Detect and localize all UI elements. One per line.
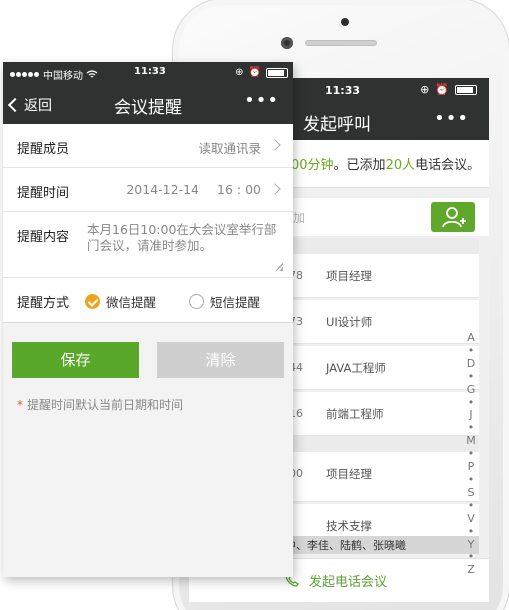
back-button[interactable]: 返回	[7, 95, 52, 115]
search-input[interactable]: 加	[293, 209, 305, 226]
more-icon[interactable]: •••	[434, 108, 469, 129]
alarm-icon: ⏰	[435, 83, 449, 96]
contact-role: 技术支撑	[326, 519, 372, 533]
lock-rotation-icon: ⊕	[235, 67, 244, 78]
members-label: 提醒成员	[17, 142, 70, 157]
chevron-left-icon	[7, 97, 23, 113]
contact-role: 前端工程师	[326, 407, 384, 421]
clock-value[interactable]: 16 : 00	[217, 182, 261, 197]
date-value[interactable]: 2014-12-14	[126, 182, 199, 197]
wechat-option[interactable]: 微信提醒	[85, 292, 156, 311]
radio-unchecked-icon	[189, 294, 204, 309]
content-textarea[interactable]: 本月16日10:00在大会议室举行部门会议，请准时参加。	[87, 222, 279, 254]
alphabet-letter[interactable]: A	[467, 331, 475, 345]
alphabet-dot[interactable]: •	[468, 344, 475, 358]
method-label: 提醒方式	[17, 296, 70, 311]
contact-role: UI设计师	[326, 315, 373, 329]
battery-icon	[266, 67, 288, 78]
signal-icon	[10, 69, 40, 80]
notice-mid: 。已添加	[333, 158, 386, 173]
status-icons: ⊕ ⏰	[235, 67, 288, 78]
nav-bar: 返回 会议提醒 •••	[3, 84, 293, 124]
more-icon[interactable]: •••	[244, 90, 279, 111]
status-icons: ⊕ ⏰	[420, 83, 477, 96]
status-time: 11:33	[325, 84, 361, 97]
clear-button[interactable]: 清除	[157, 342, 284, 378]
content-label: 提醒内容	[17, 230, 70, 245]
read-contacts-link[interactable]: 读取通讯录	[198, 138, 261, 157]
required-star: *	[17, 398, 23, 412]
alphabet-letter[interactable]: Z	[467, 563, 475, 577]
method-row: 提醒方式 微信提醒 短信提醒	[3, 278, 293, 322]
alphabet-dot[interactable]: •	[468, 473, 475, 487]
content-row: 提醒内容 本月16日10:00在大会议室举行部门会议，请准时参加。	[3, 212, 293, 278]
signal-group: 中国移动	[10, 67, 98, 82]
chevron-right-icon	[269, 139, 281, 151]
status-bar: 中国移动 11:33 ⊕ ⏰	[3, 62, 293, 84]
alphabet-dot[interactable]: •	[468, 499, 475, 513]
sms-option[interactable]: 短信提醒	[189, 292, 260, 311]
battery-icon	[455, 84, 477, 95]
meeting-reminder-screen: 中国移动 11:33 ⊕ ⏰ 返回 会议提醒 ••• 提醒成员 读取通讯录 提醒…	[3, 62, 293, 577]
add-user-icon	[442, 207, 466, 228]
add-contact-button[interactable]	[431, 202, 475, 232]
hint-text: 提醒时间默认当前日期和时间	[27, 398, 184, 412]
time-label: 提醒时间	[17, 186, 70, 201]
participant-count: 20人	[385, 158, 416, 173]
lock-rotation-icon: ⊕	[420, 83, 430, 96]
chevron-right-icon	[269, 183, 281, 195]
alphabet-letter[interactable]: G	[467, 383, 476, 397]
duration-text: 00分钟	[291, 158, 334, 173]
wifi-icon	[86, 70, 98, 78]
alphabet-index[interactable]: A • D • G • J • M • P • S • V • Y • Z	[463, 331, 479, 577]
action-buttons: 保存 清除	[12, 342, 284, 378]
page-title: 会议提醒	[114, 98, 182, 118]
wechat-option-label: 微信提醒	[106, 295, 157, 310]
alphabet-dot[interactable]: •	[468, 370, 475, 384]
radio-checked-icon	[85, 294, 100, 309]
save-button[interactable]: 保存	[12, 342, 139, 378]
contact-role: 项目经理	[326, 467, 372, 481]
front-camera-icon	[281, 37, 293, 49]
sms-option-label: 短信提醒	[210, 295, 261, 310]
status-time: 11:33	[134, 66, 166, 77]
contact-role: 项目经理	[326, 269, 372, 283]
alphabet-letter[interactable]: V	[467, 512, 475, 526]
time-row[interactable]: 提醒时间 2014-12-14 16 : 00	[3, 168, 293, 212]
reminder-form: 提醒成员 读取通讯录 提醒时间 2014-12-14 16 : 00 提醒内容 …	[3, 124, 293, 323]
alphabet-letter[interactable]: S	[468, 486, 475, 500]
start-call-button[interactable]: 发起电话会议	[309, 571, 387, 590]
notice-suffix: 电话会议。	[415, 158, 481, 173]
alarm-icon: ⏰	[248, 67, 261, 78]
speaker-grille	[305, 40, 377, 46]
page-title: 发起呼叫	[303, 115, 371, 135]
carrier-name: 中国移动	[43, 71, 83, 82]
sensor-icon	[341, 18, 349, 26]
members-row[interactable]: 提醒成员 读取通讯录	[3, 124, 293, 168]
back-label: 返回	[24, 98, 52, 114]
alphabet-letter[interactable]: D	[467, 357, 475, 371]
resize-handle-icon[interactable]	[275, 263, 283, 271]
hint-note: * 提醒时间默认当前日期和时间	[17, 396, 183, 413]
stage: 11:33 ⊕ ⏰ 发起呼叫 ••• 00分钟。已添加20人电话会议。 加 78…	[0, 0, 509, 610]
contact-role: JAVA工程师	[326, 361, 386, 375]
alphabet-dot[interactable]: •	[468, 525, 475, 539]
